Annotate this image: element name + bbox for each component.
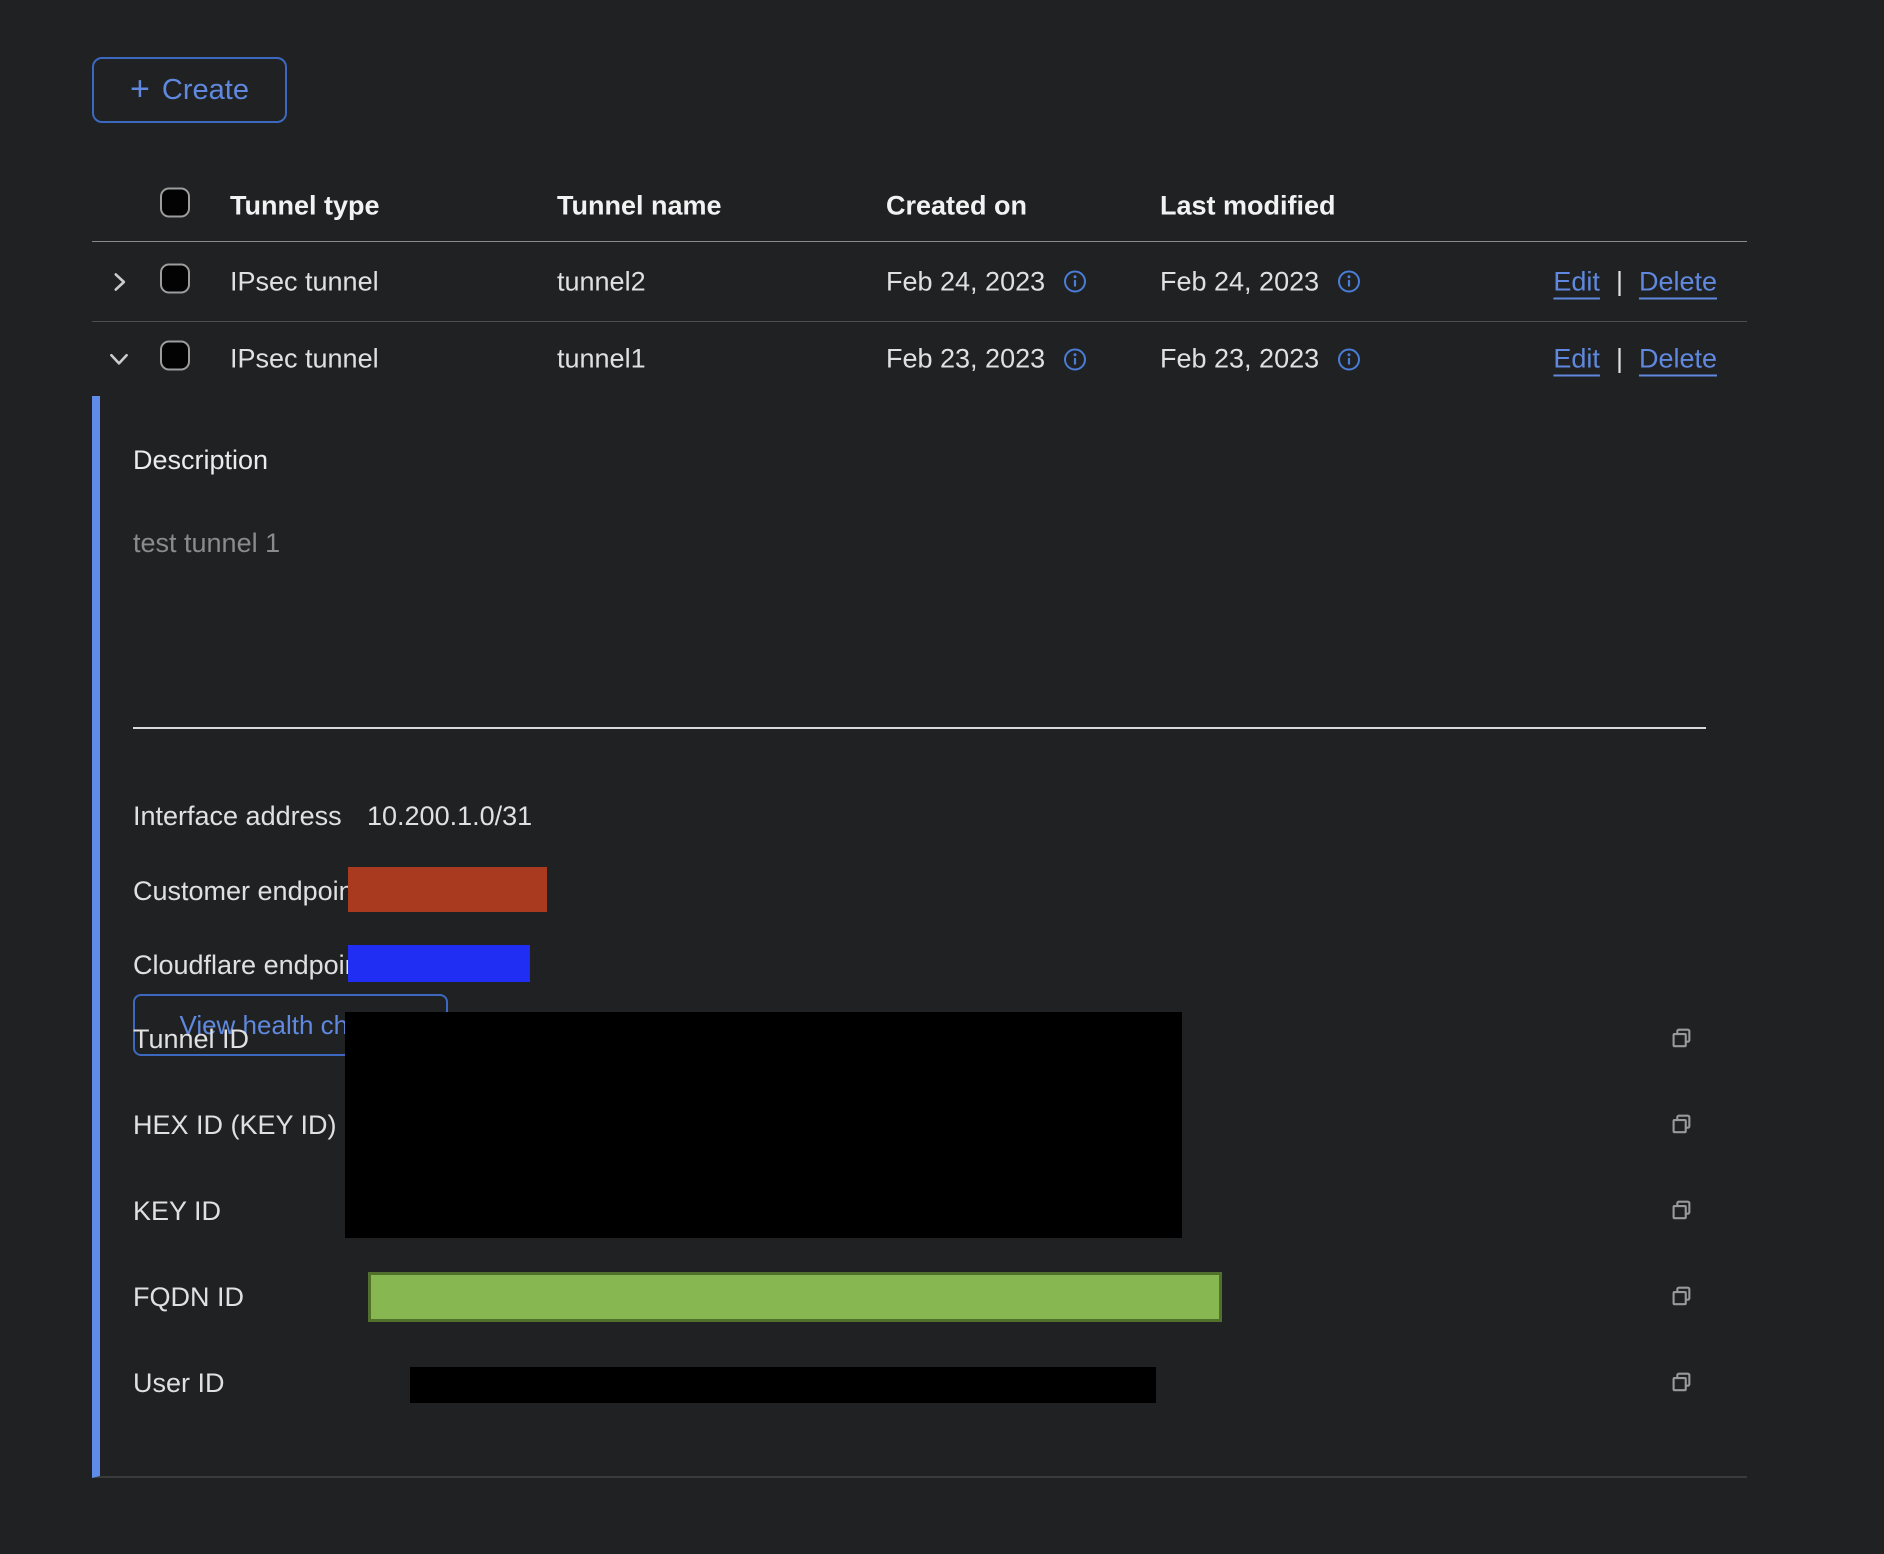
- edit-link[interactable]: Edit: [1553, 344, 1600, 375]
- table-header-row: Tunnel type Tunnel name Created on Last …: [92, 170, 1747, 242]
- row-checkbox[interactable]: [160, 263, 190, 293]
- description-value: test tunnel 1: [133, 528, 280, 558]
- table-row: IPsec tunnel tunnel1 Feb 23, 2023 Feb 23…: [92, 322, 1747, 396]
- tunnel-type-value: IPsec tunnel: [230, 266, 379, 297]
- column-header-tunnel-type: Tunnel type: [230, 190, 380, 221]
- key-id-label: KEY ID: [133, 1196, 221, 1226]
- interface-address-label: Interface address: [133, 801, 342, 831]
- create-button[interactable]: + Create: [92, 57, 287, 123]
- fqdn-id-redaction: [368, 1272, 1222, 1322]
- info-icon[interactable]: [1337, 270, 1361, 294]
- copy-icon[interactable]: [1668, 1197, 1696, 1225]
- last-modified-value: Feb 23, 2023: [1160, 344, 1319, 375]
- copy-icon[interactable]: [1668, 1025, 1696, 1053]
- edit-link[interactable]: Edit: [1553, 266, 1600, 297]
- tunnels-table: Tunnel type Tunnel name Created on Last …: [92, 170, 1747, 396]
- interface-address-value: 10.200.1.0/31: [367, 801, 532, 831]
- column-header-last-modified: Last modified: [1160, 190, 1336, 221]
- tunnel-type-value: IPsec tunnel: [230, 344, 379, 375]
- tunnels-page: + Create Tunnel type Tunnel name Created…: [0, 0, 1884, 1554]
- created-on-value: Feb 24, 2023: [886, 266, 1045, 297]
- actions-separator: |: [1616, 344, 1623, 375]
- user-id-redaction: [410, 1367, 1156, 1403]
- cloudflare-endpoint-label: Cloudflare endpoint: [133, 950, 367, 980]
- tunnel-name-value: tunnel2: [557, 266, 646, 297]
- table-row: IPsec tunnel tunnel2 Feb 24, 2023 Feb 24…: [92, 242, 1747, 322]
- section-divider: [133, 727, 1706, 729]
- column-header-created-on: Created on: [886, 190, 1027, 221]
- copy-icon[interactable]: [1668, 1369, 1696, 1397]
- copy-icon[interactable]: [1668, 1283, 1696, 1311]
- row-checkbox[interactable]: [160, 341, 190, 371]
- hex-id-label: HEX ID (KEY ID): [133, 1110, 337, 1140]
- created-on-value: Feb 23, 2023: [886, 344, 1045, 375]
- tunnel-ids-redaction: [345, 1012, 1182, 1238]
- copy-icon[interactable]: [1668, 1111, 1696, 1139]
- info-icon[interactable]: [1063, 270, 1087, 294]
- description-label: Description: [133, 445, 268, 475]
- chevron-right-icon[interactable]: [106, 269, 132, 295]
- fqdn-id-label: FQDN ID: [133, 1282, 244, 1312]
- select-all-checkbox[interactable]: [160, 187, 190, 217]
- info-icon[interactable]: [1337, 347, 1361, 371]
- last-modified-value: Feb 24, 2023: [1160, 266, 1319, 297]
- delete-link[interactable]: Delete: [1639, 344, 1717, 375]
- create-button-label: Create: [162, 74, 249, 107]
- info-icon[interactable]: [1063, 347, 1087, 371]
- customer-endpoint-redaction: [348, 867, 547, 912]
- user-id-label: User ID: [133, 1368, 225, 1398]
- column-header-tunnel-name: Tunnel name: [557, 190, 722, 221]
- tunnel-id-label: Tunnel ID: [133, 1024, 249, 1054]
- cloudflare-endpoint-redaction: [348, 945, 530, 982]
- tunnel-name-value: tunnel1: [557, 344, 646, 375]
- actions-separator: |: [1616, 266, 1623, 297]
- plus-icon: +: [130, 72, 150, 106]
- tunnel-details-panel: Description test tunnel 1 View health ch…: [92, 396, 1747, 1478]
- customer-endpoint-label: Customer endpoint: [133, 876, 361, 906]
- delete-link[interactable]: Delete: [1639, 266, 1717, 297]
- chevron-down-icon[interactable]: [106, 346, 132, 372]
